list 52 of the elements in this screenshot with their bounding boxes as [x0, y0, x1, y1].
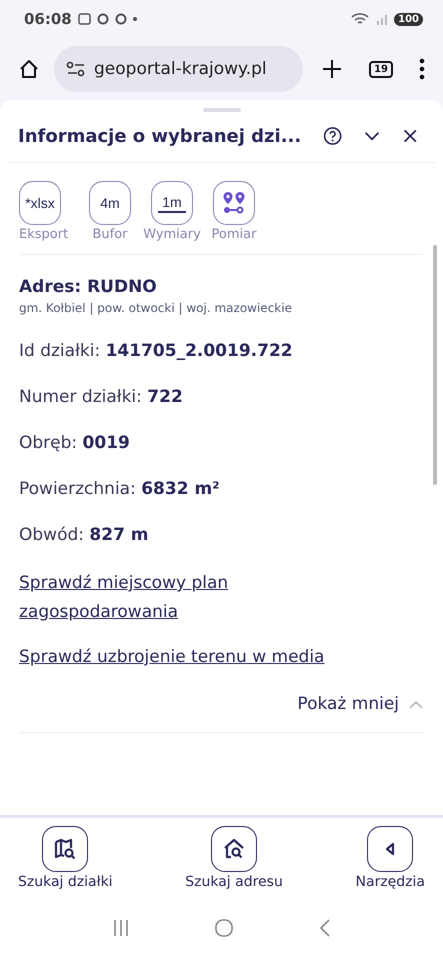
nav-label: Narzędzia — [356, 874, 425, 890]
signal-icon — [376, 12, 388, 26]
tool-button[interactable] — [213, 181, 255, 225]
parcel-field: Obręb: 0019 — [19, 433, 423, 453]
clock: 06:08 — [24, 10, 72, 28]
collapse-icon[interactable] — [364, 130, 381, 142]
menu-icon[interactable] — [419, 58, 425, 80]
nav-button[interactable] — [42, 826, 88, 872]
scrollbar[interactable] — [433, 245, 437, 485]
parcel-field: Obwód: 827 m — [19, 525, 423, 545]
triangle-left-icon — [385, 842, 396, 856]
tab-count-button[interactable]: 19 — [369, 60, 393, 78]
tool-label: Pomiar — [212, 227, 256, 242]
battery-indicator: 100 — [394, 12, 423, 26]
tool-label: Wymiary — [143, 227, 201, 242]
address-title: Adres: RUDNO — [19, 277, 158, 297]
tool-button[interactable]: 1m — [151, 181, 193, 225]
home-button-icon[interactable] — [214, 918, 234, 938]
home-icon[interactable] — [18, 58, 40, 80]
map-search-icon — [54, 838, 76, 860]
link[interactable]: Sprawdź uzbrojenie terenu w media — [19, 643, 423, 672]
address-bar[interactable]: geoportal-krajowy.pl — [54, 46, 304, 92]
parcel-field: Numer działki: 722 — [19, 387, 423, 407]
parcel-field: Id działki: 141705_2.0019.722 — [19, 341, 423, 361]
parcel-field: Powierzchnia: 6832 m² — [19, 479, 423, 499]
url-text: geoportal-krajowy.pl — [94, 59, 267, 79]
tool-label: Eksport — [19, 227, 68, 242]
screenshot-icon — [78, 13, 91, 25]
tool-button[interactable]: *xlsx — [19, 181, 61, 225]
close-icon[interactable] — [402, 127, 417, 145]
nav-label: Szukaj adresu — [185, 874, 283, 890]
help-icon[interactable] — [323, 124, 342, 148]
new-tab-icon[interactable] — [321, 58, 344, 80]
site-settings-icon[interactable] — [66, 61, 86, 77]
drag-handle[interactable] — [202, 108, 240, 112]
address-subtitle: gm. Kołbiel | pow. otwocki | woj. mazowieckie — [19, 301, 293, 315]
tool-button[interactable]: 4m — [89, 181, 131, 225]
nav-button[interactable] — [367, 826, 414, 872]
house-search-icon — [223, 838, 246, 860]
ring-icon — [96, 13, 109, 25]
back-icon[interactable] — [318, 919, 331, 937]
nav-button[interactable] — [211, 826, 258, 872]
panel-title: Informacje o wybranej dzi... — [18, 126, 302, 146]
pins-icon — [222, 191, 246, 215]
recents-icon[interactable] — [112, 919, 130, 937]
tool-label: Bufor — [92, 227, 128, 242]
link[interactable]: Sprawdź miejscowy plan zagospodarowania — [19, 569, 279, 627]
ring-icon — [114, 13, 127, 25]
show-less-button[interactable]: Pokaż mniej — [297, 694, 423, 714]
nav-label: Szukaj działki — [18, 874, 113, 890]
dot-icon — [132, 17, 137, 21]
chevron-up-icon — [409, 700, 423, 708]
